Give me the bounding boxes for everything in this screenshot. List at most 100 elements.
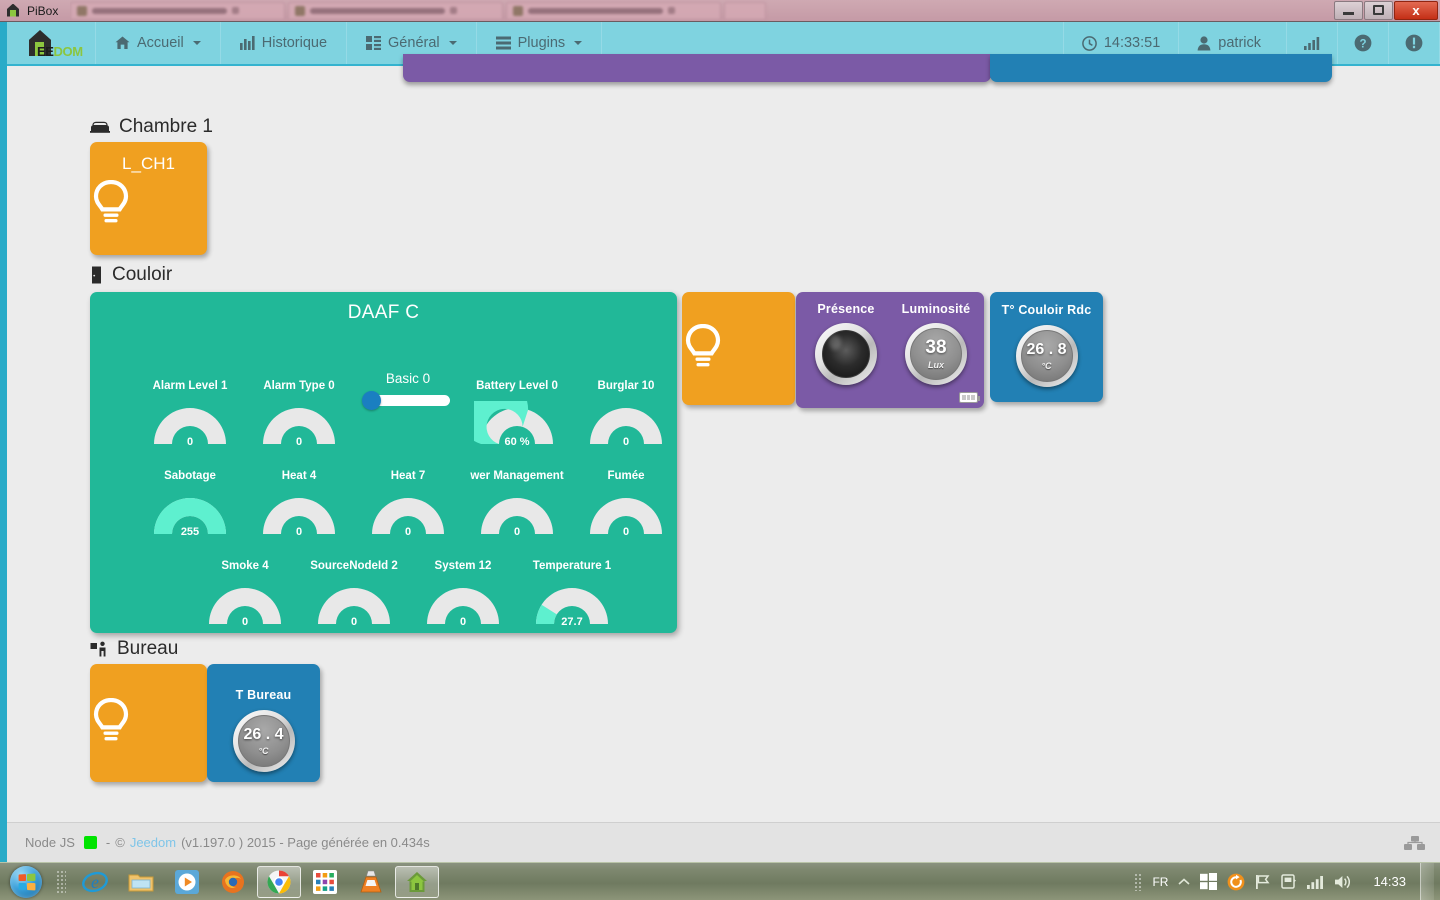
tile-light-l-ch1[interactable]: L_CH1: [90, 142, 207, 255]
daaf-gauge-battery-level-0[interactable]: Battery Level 0 60 %: [458, 379, 576, 449]
taskbar-chrome-icon[interactable]: [257, 865, 301, 898]
clipped-tile-purple[interactable]: [403, 54, 991, 82]
daaf-gauge-system-12[interactable]: System 12 0: [404, 559, 522, 629]
tray-network-icon[interactable]: [1302, 867, 1329, 897]
daaf-gauge-wer-management[interactable]: wer Management 0: [458, 469, 576, 539]
tile-presence-luminosite[interactable]: Présence Luminosité 38 Lux: [796, 292, 984, 408]
daaf-slider-basic-0[interactable]: Basic 0: [349, 371, 467, 410]
daaf-gauge-alarm-type-0[interactable]: Alarm Type 0 0: [240, 379, 358, 449]
taskbar-vlc-icon[interactable]: [349, 866, 393, 898]
widget-presence[interactable]: Présence: [802, 302, 890, 385]
widget-luminosite[interactable]: Luminosité 38 Lux: [892, 302, 980, 385]
minimize-button[interactable]: [1334, 0, 1363, 20]
taskbar-jeedom-app-icon[interactable]: [395, 865, 439, 898]
gauge-arc: 0: [311, 581, 397, 629]
window-controls[interactable]: x: [1333, 0, 1438, 21]
lightbulb-icon[interactable]: [90, 697, 207, 751]
daaf-gauge-sabotage[interactable]: Sabotage 255: [131, 469, 249, 539]
tile-temp-bureau[interactable]: T Bureau 26 . 4 °C: [207, 664, 320, 782]
clock-icon: [1081, 35, 1097, 51]
luminosite-value: 38: [925, 337, 947, 358]
taskbar-media-player-icon[interactable]: [165, 866, 209, 898]
taskbar-internet-explorer-icon[interactable]: e: [73, 866, 117, 898]
daaf-gauge-label: Temperature 1: [532, 560, 612, 572]
luminosite-unit: Lux: [927, 360, 944, 370]
slider-track[interactable]: [362, 391, 450, 410]
browser-tab[interactable]: [506, 1, 722, 20]
taskbar-file-explorer-icon[interactable]: [119, 866, 163, 898]
jeedom-logo[interactable]: EEDOM: [7, 22, 96, 64]
tile-light-bureau[interactable]: [90, 664, 207, 782]
temp-bureau-dial[interactable]: 26 . 4 °C: [232, 710, 295, 772]
tray-update-icon[interactable]: [1222, 867, 1250, 897]
page-footer: Node JS - © Jeedom (v1.197.0 ) 2015 - Pa…: [7, 822, 1440, 862]
taskbar-firefox-icon[interactable]: [211, 866, 255, 898]
tab-favicon: [295, 5, 306, 16]
tile-light-couloir[interactable]: [682, 292, 795, 405]
user-icon: [1197, 35, 1211, 51]
daaf-gauge-heat-7[interactable]: Heat 7 0: [349, 469, 467, 539]
gauge-value: 0: [622, 526, 630, 538]
tray-flag-icon[interactable]: [1250, 867, 1276, 897]
start-button[interactable]: [2, 865, 50, 899]
footer-version: (v1.197.0 ) 2015 - Page générée en 0.434…: [181, 835, 430, 850]
tray-windows-store-icon[interactable]: [1195, 867, 1222, 897]
daaf-gauge-label: Heat 4: [281, 470, 317, 482]
tile-temp-couloir-rdc[interactable]: T° Couloir Rdc 26 . 8 °C: [990, 292, 1103, 402]
daaf-gauge-burglar-10[interactable]: Burglar 10 0: [567, 379, 685, 449]
door-icon: [90, 266, 103, 284]
temp-couloir-dial[interactable]: 26 . 8 °C: [1015, 325, 1078, 387]
footer-sep: -: [105, 835, 111, 850]
footer-copyright: ©: [115, 835, 125, 850]
window-title: PiBox: [27, 3, 59, 18]
tray-language[interactable]: FR: [1147, 867, 1173, 897]
new-tab-button[interactable]: [724, 1, 767, 20]
lightbulb-icon[interactable]: [90, 179, 207, 233]
show-desktop-button[interactable]: [1420, 862, 1434, 900]
jeedom-app: EEDOM Accueil Historique Général Plugins…: [0, 22, 1440, 862]
window-titlebar[interactable]: PiBox x: [0, 0, 1440, 22]
group-header-couloir: Couloir: [90, 264, 172, 286]
navbar-help-button[interactable]: ?: [1338, 22, 1389, 64]
close-button[interactable]: x: [1394, 0, 1438, 20]
browser-tab-strip[interactable]: [70, 0, 1333, 21]
gauge-value: 255: [180, 526, 200, 538]
daaf-gauge-fum-e[interactable]: Fumée 0: [567, 469, 685, 539]
tab-close-icon[interactable]: [450, 7, 458, 14]
clipped-tile-blue[interactable]: [990, 54, 1332, 82]
luminosite-dial[interactable]: 38 Lux: [905, 323, 967, 385]
tray-show-hidden-icon[interactable]: [1173, 867, 1195, 897]
daaf-gauge-smoke-4[interactable]: Smoke 4 0: [186, 559, 304, 629]
restore-button[interactable]: [1364, 0, 1393, 20]
tab-close-icon[interactable]: [232, 7, 240, 14]
presence-dial[interactable]: [815, 323, 877, 385]
panel-daaf-c[interactable]: DAAF C Alarm Level 1 0 Alarm Type 0 0 Basic …: [90, 292, 677, 633]
desk-icon: [90, 641, 108, 657]
daaf-gauge-temperature-1[interactable]: Temperature 1 27.7: [513, 559, 631, 629]
tray-volume-icon[interactable]: [1329, 867, 1357, 897]
tray-grip[interactable]: [1129, 867, 1147, 897]
toolbar-grip[interactable]: [56, 869, 66, 894]
navbar-info-button[interactable]: [1389, 22, 1440, 64]
gauge-value: 0: [459, 616, 467, 628]
daaf-gauge-heat-4[interactable]: Heat 4 0: [240, 469, 358, 539]
nav-item-accueil[interactable]: Accueil: [96, 22, 221, 64]
daaf-gauge-sourcenodeid-2[interactable]: SourceNodeId 2 0: [295, 559, 413, 629]
tray-clock[interactable]: 14:33: [1357, 874, 1418, 889]
tray-device-icon[interactable]: [1276, 867, 1302, 897]
lightbulb-icon[interactable]: [682, 323, 795, 377]
taskbar-apps-grid-icon[interactable]: [303, 866, 347, 898]
footer-network-icon[interactable]: [1404, 835, 1426, 856]
slider-knob[interactable]: [362, 391, 381, 410]
tab-close-icon[interactable]: [668, 7, 676, 14]
nav-item-historique[interactable]: Historique: [221, 22, 348, 64]
daaf-gauge-label: SourceNodeId 2: [310, 560, 398, 572]
bed-icon: [90, 120, 110, 134]
daaf-gauge-alarm-level-1[interactable]: Alarm Level 1 0: [131, 379, 249, 449]
daaf-gauge-label: Heat 7: [390, 470, 426, 482]
browser-tab[interactable]: [288, 1, 504, 20]
browser-tab[interactable]: [70, 1, 286, 20]
chevron-down-icon: [192, 41, 201, 45]
app-house-icon: [5, 3, 21, 19]
footer-jeedom-link[interactable]: Jeedom: [130, 835, 176, 850]
